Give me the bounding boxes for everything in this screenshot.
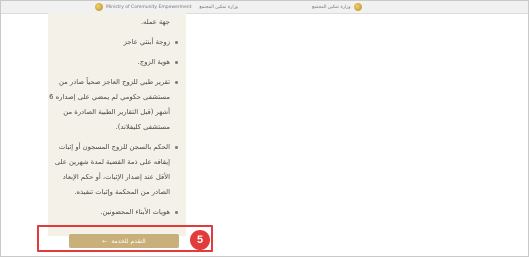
requirement-text: جهة عمله. xyxy=(140,18,170,26)
uae-emblem-icon xyxy=(353,3,362,11)
requirement-text: زوجة أبنتي عاجز xyxy=(123,38,170,46)
requirements-panel: جهة عمله. زوجة أبنتي عاجز هوية الزوج. تق… xyxy=(48,13,186,236)
requirement-item: جهة عمله. xyxy=(48,15,178,30)
requirement-item: هوية الزوج. xyxy=(48,55,178,70)
requirement-text: هويات الأبناء المحضونين. xyxy=(100,208,170,216)
logo-text-arabic-right: وزارة تمكين المجتمع xyxy=(312,4,351,10)
requirement-item: هويات الأبناء المحضونين. xyxy=(48,205,178,220)
logo-text-english: Ministry of Community Empowerment xyxy=(106,4,192,10)
requirements-list: جهة عمله. زوجة أبنتي عاجز هوية الزوج. تق… xyxy=(48,15,178,225)
ministry-logo-left[interactable]: Ministry of Community Empowerment وزارة … xyxy=(95,2,238,12)
apply-button-highlight: التقدم للخدمة ← xyxy=(37,225,213,252)
logo-text-arabic: وزارة تمكين المجتمع xyxy=(199,4,238,10)
bullet-icon xyxy=(175,146,178,149)
uae-emblem-icon xyxy=(95,3,103,11)
requirement-text: الحكم بالسجن للزوج المسجون أو إثبات إيقا… xyxy=(54,143,170,196)
requirement-item: الحكم بالسجن للزوج المسجون أو إثبات إيقا… xyxy=(48,140,178,200)
requirement-text: تقرير طبي للزوج العاجز صحياً صادر من مست… xyxy=(49,78,170,131)
apply-label: التقدم للخدمة xyxy=(111,237,146,245)
apply-for-service-button[interactable]: التقدم للخدمة ← xyxy=(69,234,179,248)
arrow-left-icon: ← xyxy=(102,237,108,245)
ministry-logo-right[interactable]: وزارة تمكين المجتمع xyxy=(312,2,365,12)
bullet-icon xyxy=(175,81,178,84)
requirement-item: زوجة أبنتي عاجز xyxy=(48,35,178,50)
bullet-icon xyxy=(175,41,178,44)
step-number-badge: 5 xyxy=(190,230,210,250)
bullet-icon xyxy=(175,61,178,64)
browser-viewport: Ministry of Community Empowerment وزارة … xyxy=(0,0,529,257)
requirement-item: تقرير طبي للزوج العاجز صحياً صادر من مست… xyxy=(48,75,178,135)
bullet-icon xyxy=(175,211,178,214)
requirement-text: هوية الزوج. xyxy=(137,58,170,66)
